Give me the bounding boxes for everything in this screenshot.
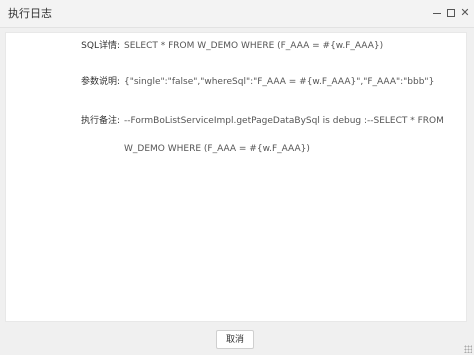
log-content-panel: SQL详情: SELECT * FROM W_DEMO WHERE (F_AAA… (5, 32, 467, 322)
sql-detail-label: SQL详情: (81, 41, 120, 51)
remark-row: 执行备注: --FormBoListServiceImpl.getPageDat… (6, 107, 468, 167)
dialog-footer: 取消 (0, 322, 474, 355)
sql-detail-row: SQL详情: SELECT * FROM W_DEMO WHERE (F_AAA… (6, 40, 468, 54)
cancel-button[interactable]: 取消 (216, 330, 254, 349)
params-value: {"single":"false","whereSql":"F_AAA = #{… (124, 77, 435, 87)
sql-detail-value: SELECT * FROM W_DEMO WHERE (F_AAA = #{w.… (124, 41, 384, 51)
maximize-icon[interactable] (444, 6, 458, 20)
remark-value: --FormBoListServiceImpl.getPageDataBySql… (124, 116, 444, 154)
dialog-titlebar[interactable]: 执行日志 ✕ (0, 0, 474, 28)
remark-label: 执行备注: (80, 116, 120, 126)
close-icon[interactable]: ✕ (458, 6, 472, 20)
resize-grip-icon[interactable] (464, 345, 472, 353)
minimize-icon[interactable] (430, 6, 444, 20)
params-label: 参数说明: (80, 77, 120, 87)
params-row: 参数说明: {"single":"false","whereSql":"F_AA… (6, 76, 468, 90)
dialog-title: 执行日志 (8, 7, 52, 20)
